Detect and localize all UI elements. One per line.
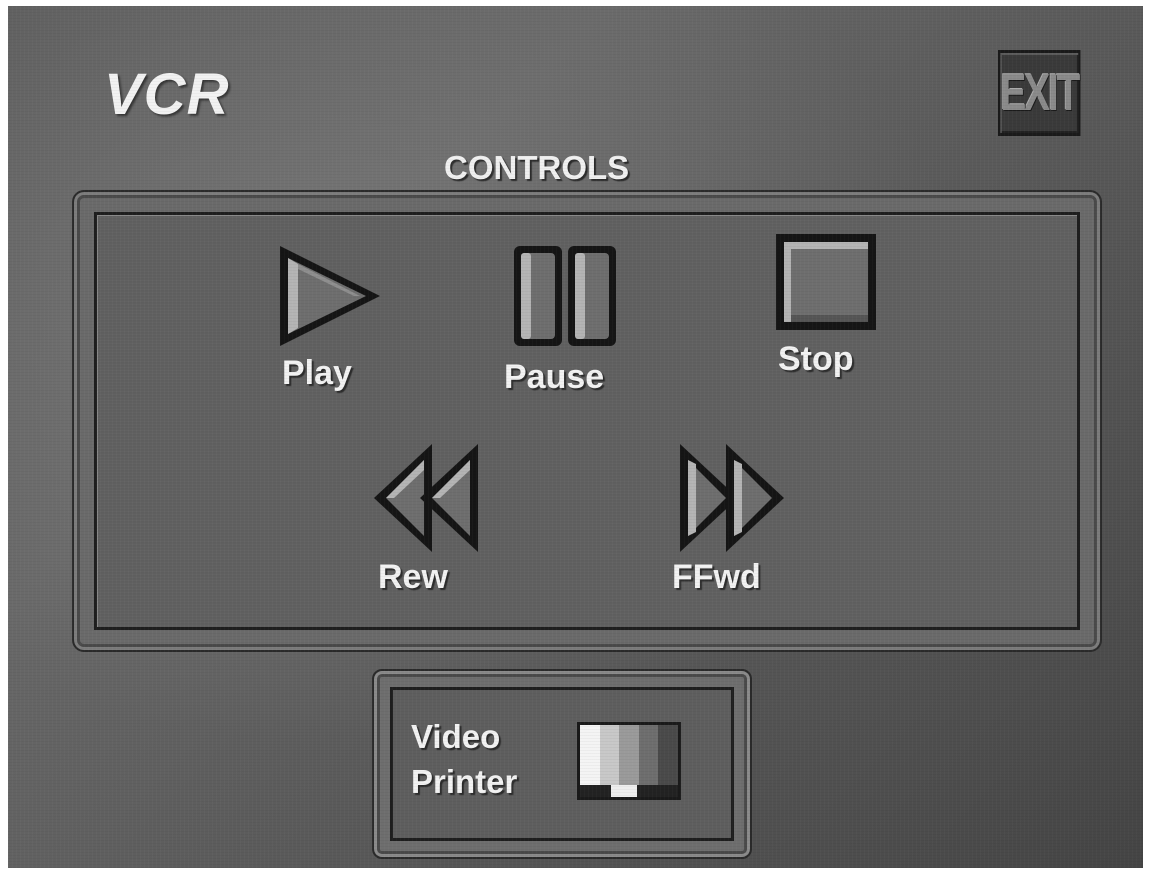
pause-label: Pause: [504, 358, 605, 396]
stop-label: Stop: [778, 340, 854, 378]
stop-button[interactable]: Stop: [774, 232, 884, 382]
rew-button[interactable]: Rew: [370, 440, 490, 600]
vcr-window: VCR EXIT CONTROLS Play Pause Stop Rew FF…: [8, 6, 1143, 868]
pause-button[interactable]: Pause: [504, 244, 634, 396]
ffwd-label: FFwd: [672, 558, 761, 596]
ffwd-button[interactable]: FFwd: [672, 440, 792, 600]
video-printer-label-line1: Video: [411, 718, 501, 755]
color-bars-icon: [577, 722, 681, 800]
exit-button-label: EXIT: [1000, 64, 1080, 122]
video-printer-label: Video Printer: [411, 714, 517, 804]
stop-icon: [776, 234, 876, 330]
exit-button[interactable]: EXIT: [998, 50, 1081, 136]
fast-forward-icon: [680, 444, 784, 552]
video-printer-label-line2: Printer: [411, 763, 518, 800]
color-bars-base: [580, 785, 678, 797]
play-label: Play: [282, 354, 352, 392]
rewind-icon: [374, 444, 478, 552]
video-printer-inner: Video Printer: [390, 687, 734, 841]
video-printer-button[interactable]: Video Printer: [372, 669, 752, 859]
window-title: VCR: [104, 62, 230, 127]
color-bars-white-block: [611, 785, 637, 797]
play-icon: [280, 246, 380, 346]
controls-heading: CONTROLS: [444, 149, 630, 186]
pause-icon: [514, 246, 616, 346]
play-button[interactable]: Play: [276, 242, 386, 392]
rew-label: Rew: [378, 558, 448, 596]
